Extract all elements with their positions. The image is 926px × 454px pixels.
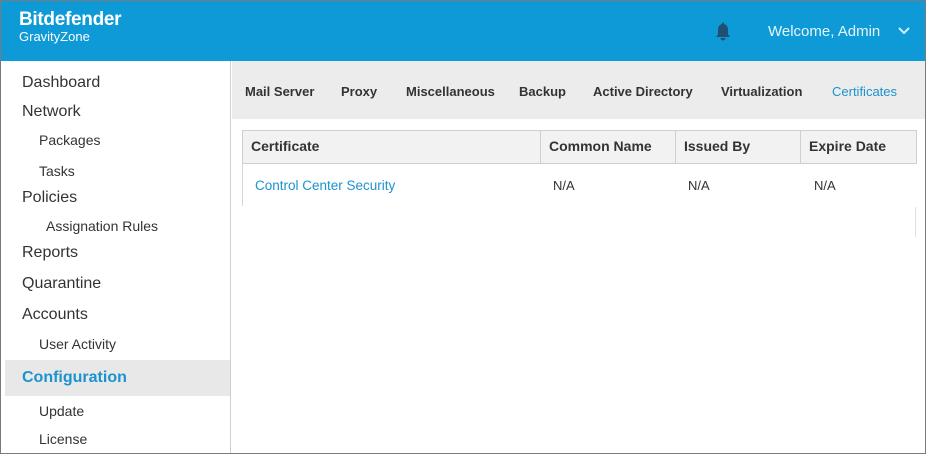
column-header-issued-by[interactable]: Issued By bbox=[676, 131, 801, 163]
sidebar-item-policies[interactable]: Policies bbox=[5, 189, 230, 207]
sidebar-item-network[interactable]: Network bbox=[5, 103, 230, 121]
welcome-user-menu[interactable]: Welcome, Admin bbox=[768, 23, 880, 40]
top-header: Bitdefender GravityZone Welcome, Admin bbox=[1, 1, 925, 61]
sidebar-item-configuration[interactable]: Configuration bbox=[5, 360, 230, 396]
sidebar-nav: Dashboard Network Packages Tasks Policie… bbox=[5, 61, 231, 453]
sidebar-item-update[interactable]: Update bbox=[5, 403, 230, 419]
sidebar-item-dashboard[interactable]: Dashboard bbox=[5, 74, 230, 92]
tab-backup[interactable]: Backup bbox=[519, 84, 566, 99]
logo[interactable]: Bitdefender GravityZone bbox=[19, 9, 122, 44]
sidebar-item-user-activity[interactable]: User Activity bbox=[5, 336, 230, 352]
tab-virtualization[interactable]: Virtualization bbox=[721, 84, 802, 99]
app-window: Bitdefender GravityZone Welcome, Admin D… bbox=[0, 0, 926, 454]
tab-active-directory[interactable]: Active Directory bbox=[593, 84, 693, 99]
certificate-name-link[interactable]: Control Center Security bbox=[255, 178, 395, 193]
tab-proxy[interactable]: Proxy bbox=[341, 84, 377, 99]
sidebar-item-accounts[interactable]: Accounts bbox=[5, 306, 230, 324]
certificates-table: Certificate Common Name Issued By Expire… bbox=[242, 130, 917, 206]
column-header-certificate[interactable]: Certificate bbox=[243, 131, 541, 163]
tab-mail-server[interactable]: Mail Server bbox=[245, 84, 314, 99]
configuration-tabs: Mail Server Proxy Miscellaneous Backup A… bbox=[232, 61, 925, 119]
sidebar-item-packages[interactable]: Packages bbox=[5, 132, 230, 148]
sidebar-item-tasks[interactable]: Tasks bbox=[5, 163, 230, 179]
tab-miscellaneous[interactable]: Miscellaneous bbox=[406, 84, 495, 99]
common-name-cell: N/A bbox=[553, 178, 575, 193]
sidebar-item-license[interactable]: License bbox=[5, 431, 230, 447]
brand-name: Bitdefender bbox=[19, 9, 122, 30]
tab-certificates[interactable]: Certificates bbox=[832, 84, 897, 99]
issued-by-cell: N/A bbox=[688, 178, 710, 193]
table-row: Control Center Security N/A N/A N/A bbox=[242, 164, 917, 206]
column-header-common-name[interactable]: Common Name bbox=[541, 131, 676, 163]
expire-date-cell: N/A bbox=[814, 178, 836, 193]
sidebar-item-reports[interactable]: Reports bbox=[5, 244, 230, 262]
bell-icon[interactable] bbox=[713, 22, 733, 42]
chevron-down-icon[interactable] bbox=[898, 26, 910, 36]
product-name: GravityZone bbox=[19, 29, 90, 44]
table-header: Certificate Common Name Issued By Expire… bbox=[242, 130, 917, 164]
column-header-expire-date[interactable]: Expire Date bbox=[801, 131, 916, 163]
divider bbox=[915, 207, 916, 237]
sidebar-item-quarantine[interactable]: Quarantine bbox=[5, 275, 230, 293]
sidebar-item-assignation-rules[interactable]: Assignation Rules bbox=[5, 218, 230, 234]
